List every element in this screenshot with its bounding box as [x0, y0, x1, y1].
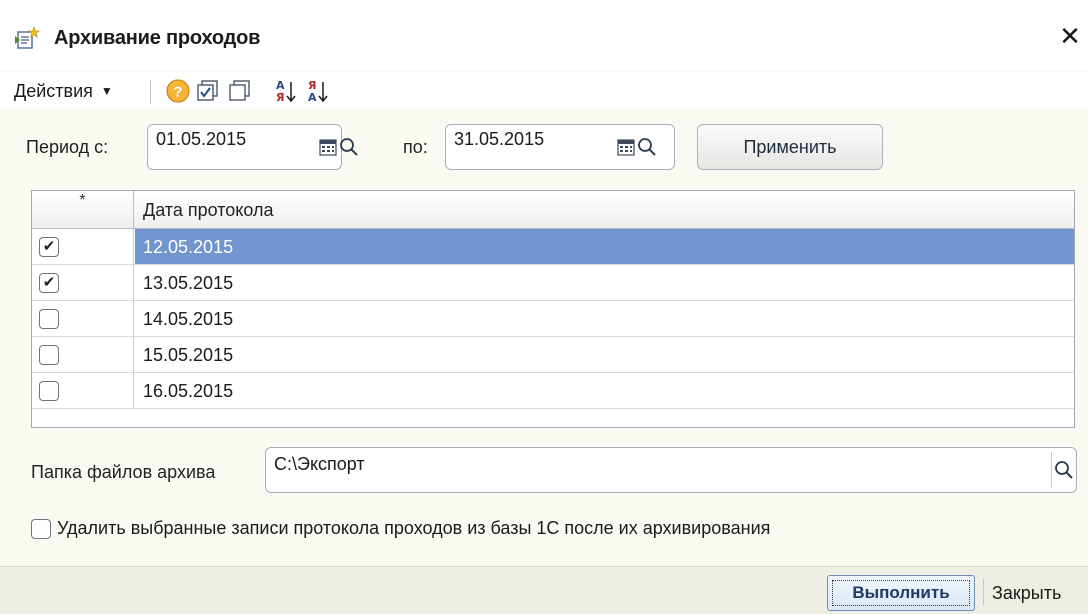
- row-date: 13.05.2015: [143, 273, 234, 293]
- check-all-icon[interactable]: [195, 78, 221, 104]
- column-header-date[interactable]: Дата протокола: [143, 200, 274, 221]
- table-row[interactable]: 14.05.2015: [32, 301, 1074, 337]
- row-checkbox[interactable]: [39, 381, 59, 401]
- search-icon[interactable]: [637, 137, 657, 157]
- calendar-icon[interactable]: [318, 137, 338, 157]
- field-separator: [1051, 452, 1052, 488]
- svg-text:?: ?: [173, 84, 182, 101]
- search-icon[interactable]: [339, 137, 359, 157]
- apply-button[interactable]: Применить: [697, 124, 883, 170]
- dialog-footer: Выполнить Закрыть: [0, 566, 1088, 614]
- help-icon[interactable]: ?: [165, 78, 191, 104]
- period-to-input[interactable]: [454, 129, 604, 150]
- period-to-field[interactable]: [445, 124, 675, 170]
- actions-menu-label: Действия: [14, 80, 93, 101]
- delete-after-archive-checkbox[interactable]: Удалить выбранные записи протокола прохо…: [31, 518, 770, 539]
- archive-document-icon: [15, 26, 40, 49]
- column-header-mark[interactable]: *: [32, 191, 134, 229]
- period-from-input[interactable]: [156, 129, 306, 150]
- table-row[interactable]: 15.05.2015: [32, 337, 1074, 373]
- archive-dialog: Архивание проходов ✕ Действия ▼ ? A Я Я …: [0, 0, 1088, 614]
- archive-folder-input[interactable]: [274, 454, 1034, 475]
- table-row[interactable]: 16.05.2015: [32, 373, 1074, 409]
- archive-folder-label: Папка файлов архива: [31, 462, 216, 482]
- period-to-label: по:: [403, 137, 428, 157]
- row-date: 14.05.2015: [143, 309, 234, 329]
- calendar-icon[interactable]: [616, 137, 636, 157]
- protocol-table[interactable]: * Дата протокола ✔ 12.05.2015 ✔ 13.05.20…: [31, 190, 1075, 428]
- row-date: 12.05.2015: [143, 237, 234, 257]
- svg-text:Я: Я: [276, 91, 284, 104]
- execute-button-label: Выполнить: [832, 580, 970, 606]
- svg-text:A: A: [308, 91, 317, 104]
- execute-button[interactable]: Выполнить: [827, 575, 975, 611]
- close-icon[interactable]: ✕: [1056, 22, 1084, 50]
- archive-folder-field[interactable]: [265, 447, 1077, 493]
- row-date: 15.05.2015: [143, 345, 234, 365]
- chevron-down-icon: ▼: [100, 84, 113, 98]
- footer-separator: [983, 579, 984, 605]
- row-date: 16.05.2015: [143, 381, 234, 401]
- sort-ascending-icon[interactable]: A Я: [274, 78, 300, 104]
- toolbar-separator: [150, 80, 151, 104]
- close-button[interactable]: Закрыть: [992, 583, 1061, 604]
- table-row[interactable]: ✔ 13.05.2015: [32, 265, 1074, 301]
- delete-after-archive-label: Удалить выбранные записи протокола прохо…: [57, 518, 771, 538]
- uncheck-all-icon[interactable]: [227, 78, 253, 104]
- search-icon[interactable]: [1054, 460, 1074, 480]
- toolbar: Действия ▼ ? A Я Я A: [0, 72, 1088, 108]
- row-checkbox[interactable]: [39, 309, 59, 329]
- window-title: Архивание проходов: [54, 27, 261, 49]
- row-checkbox[interactable]: [39, 345, 59, 365]
- row-checkbox[interactable]: ✔: [39, 237, 59, 257]
- row-checkbox[interactable]: ✔: [39, 273, 59, 293]
- table-row[interactable]: ✔ 12.05.2015: [32, 229, 1074, 265]
- checkbox-box[interactable]: [31, 518, 51, 539]
- period-from-label: Период с:: [26, 137, 109, 157]
- period-from-field[interactable]: [147, 124, 358, 170]
- table-header: * Дата протокола: [32, 191, 1074, 229]
- sort-descending-icon[interactable]: Я A: [306, 78, 332, 104]
- title-bar: Архивание проходов ✕: [0, 0, 1088, 70]
- actions-menu[interactable]: Действия ▼: [14, 78, 113, 104]
